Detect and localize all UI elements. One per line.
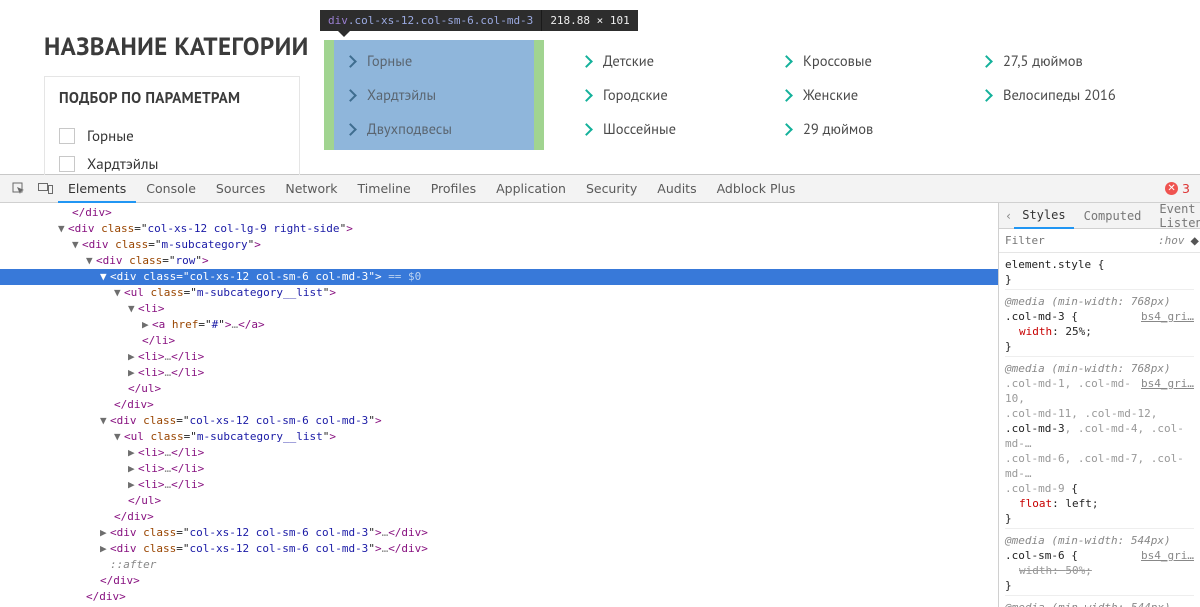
devtools-toolbar: Elements Console Sources Network Timelin…: [0, 175, 1200, 203]
subcat-link[interactable]: Детские: [556, 44, 756, 78]
chevron-right-icon: [780, 123, 793, 136]
tab-elements[interactable]: Elements: [58, 176, 136, 203]
subcategory-column: 27,5 дюймов Велосипеды 2016: [956, 40, 1156, 150]
filter-sidebar: ПОДБОР ПО ПАРАМЕТРАМ Горные Хардтэйлы: [44, 76, 300, 179]
stylesheet-link[interactable]: bs4_gri…: [1141, 309, 1194, 324]
filter-checkbox-row[interactable]: Хардтэйлы: [59, 150, 285, 178]
styles-rules[interactable]: element.style { } @media (min-width: 768…: [999, 253, 1200, 607]
subcategory-column: Кроссовые Женские 29 дюймов: [756, 40, 956, 150]
tab-audits[interactable]: Audits: [647, 175, 706, 202]
stylesheet-link[interactable]: bs4_gri…: [1141, 548, 1194, 563]
tab-adblock-plus[interactable]: Adblock Plus: [707, 175, 806, 202]
subcat-link[interactable]: Велосипеды 2016: [956, 78, 1156, 112]
subcat-link[interactable]: Хардтэйлы: [334, 78, 534, 112]
chevron-right-icon: [980, 89, 993, 102]
subcat-link[interactable]: Горные: [334, 44, 534, 78]
subcat-link[interactable]: Шоссейные: [556, 112, 756, 146]
filter-checkbox[interactable]: [59, 156, 75, 172]
error-icon: ✕: [1165, 182, 1178, 195]
chevron-right-icon: [780, 55, 793, 68]
subcat-link[interactable]: Двухподвесы: [334, 112, 534, 146]
element-inspector-tooltip: div.col-xs-12.col-sm-6.col-md-3 218.88 ×…: [320, 10, 638, 31]
filter-checkbox[interactable]: [59, 128, 75, 144]
toggle-hov-button[interactable]: :hov: [1158, 234, 1185, 247]
chevron-right-icon: [780, 89, 793, 102]
chevron-right-icon: [580, 89, 593, 102]
tab-application[interactable]: Application: [486, 175, 576, 202]
chevron-right-icon: [344, 89, 357, 102]
subcategory-grid: Горные Хардтэйлы Двухподвесы Детские Гор…: [324, 40, 1156, 150]
subcat-link[interactable]: Женские: [756, 78, 956, 112]
subcat-link[interactable]: Городские: [556, 78, 756, 112]
subcat-link[interactable]: 29 дюймов: [756, 112, 956, 146]
elements-dom-tree[interactable]: </div> ▼<div class="col-xs-12 col-lg-9 r…: [0, 203, 998, 607]
filter-label: Хардтэйлы: [87, 155, 158, 174]
error-count-badge[interactable]: ✕ 3: [1165, 181, 1190, 196]
devtools-panel: Elements Console Sources Network Timelin…: [0, 174, 1200, 607]
filter-label: Горные: [87, 127, 134, 146]
tab-console[interactable]: Console: [136, 175, 206, 202]
chevron-right-icon: [580, 123, 593, 136]
styles-filter-input[interactable]: [1005, 234, 1152, 247]
tab-timeline[interactable]: Timeline: [348, 175, 421, 202]
filter-checkbox-row[interactable]: Горные: [59, 122, 285, 150]
chevron-right-icon: [344, 123, 357, 136]
chevron-right-icon: [580, 55, 593, 68]
tab-profiles[interactable]: Profiles: [421, 175, 486, 202]
styles-tab-computed[interactable]: Computed: [1076, 203, 1150, 228]
inspect-element-icon[interactable]: [6, 175, 32, 202]
stylesheet-link[interactable]: bs4_gri…: [1141, 376, 1194, 391]
tab-security[interactable]: Security: [576, 175, 647, 202]
styles-tabs-prev-icon[interactable]: ‹: [1005, 209, 1012, 223]
chevron-right-icon: [344, 55, 357, 68]
subcategory-column-highlighted: Горные Хардтэйлы Двухподвесы: [324, 40, 544, 150]
styles-tab-styles[interactable]: Styles: [1014, 204, 1073, 229]
subcat-link[interactable]: 27,5 дюймов: [956, 44, 1156, 78]
pin-icon[interactable]: ◆: [1191, 233, 1199, 249]
tab-sources[interactable]: Sources: [206, 175, 275, 202]
chevron-right-icon: [980, 55, 993, 68]
subcat-link[interactable]: Кроссовые: [756, 44, 956, 78]
styles-sidebar: ‹ Styles Computed Event Listeners :hov ◆…: [998, 203, 1200, 607]
device-toolbar-icon[interactable]: [32, 175, 58, 202]
selected-dom-node[interactable]: ▼<div class="col-xs-12 col-sm-6 col-md-3…: [0, 269, 998, 285]
filter-title: ПОДБОР ПО ПАРАМЕТРАМ: [59, 89, 285, 108]
tab-network[interactable]: Network: [275, 175, 347, 202]
styles-tab-event-listeners[interactable]: Event Listeners: [1151, 203, 1200, 228]
subcategory-column: Детские Городские Шоссейные: [556, 40, 756, 150]
